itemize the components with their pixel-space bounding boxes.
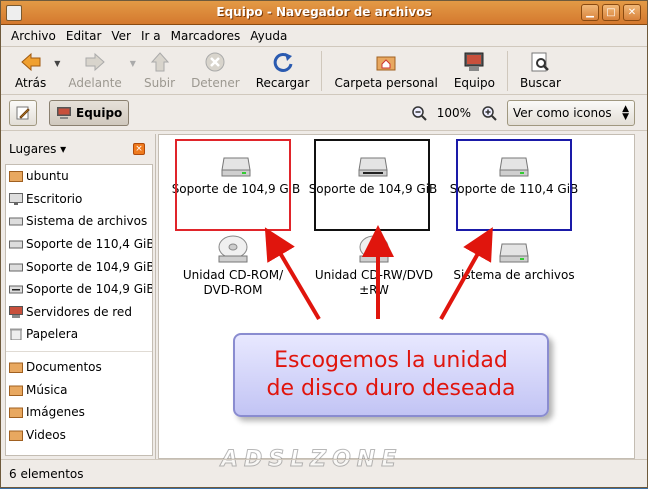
drive-item-sistema-de-archivos[interactable]: Sistema de archivos [449, 234, 579, 283]
trash-icon [10, 328, 22, 341]
close-sidebar-icon[interactable]: × [133, 143, 145, 155]
network-icon [9, 305, 23, 318]
highlight-frame-black [314, 139, 430, 231]
window-title: Equipo - Navegador de archivos [216, 5, 432, 19]
menu-archivo[interactable]: Archivo [7, 27, 60, 45]
title-bar[interactable]: Equipo - Navegador de archivos ▁ □ ✕ [1, 1, 647, 25]
sidebar: Lugares ▾ × ubuntu Escritorio Sistema de… [1, 134, 156, 459]
stop-button[interactable]: Detener [183, 51, 248, 90]
highlight-frame-red [175, 139, 291, 231]
location-button-equipo[interactable]: Equipo [49, 99, 130, 126]
location-bar: Equipo 100% Ver como iconos ▲ ▼ [1, 95, 647, 131]
sidebar-item-papelera[interactable]: Papelera [6, 323, 152, 346]
sidebar-header: Lugares ▾ × [1, 134, 155, 164]
reload-button[interactable]: Recargar [248, 51, 318, 90]
close-button[interactable]: ✕ [623, 4, 641, 21]
toggle-location-entry-button[interactable] [9, 99, 37, 126]
reload-icon [273, 52, 293, 72]
folder-icon [9, 407, 23, 419]
menu-editar[interactable]: Editar [62, 27, 106, 45]
pencil-note-icon [16, 106, 30, 119]
highlight-frame-blue [456, 139, 572, 231]
maximize-button[interactable]: □ [602, 4, 620, 21]
toolbar: Atrás ▼ Adelante ▼ Subir Detener Recarga… [1, 47, 647, 95]
optical-drive-icon [218, 235, 248, 263]
computer-button[interactable]: Equipo [446, 51, 503, 90]
sidebar-item-escritorio[interactable]: Escritorio [6, 188, 152, 211]
sidebar-item-documentos[interactable]: Documentos [6, 356, 152, 379]
sidebar-item-musica[interactable]: Música [6, 378, 152, 401]
sidebar-type-select[interactable]: Lugares ▾ [9, 142, 66, 156]
computer-icon [57, 106, 71, 119]
zoom-in-icon[interactable] [481, 105, 497, 121]
sidebar-item-videos[interactable]: Videos [6, 424, 152, 447]
menu-bar: Archivo Editar Ver Ir a Marcadores Ayuda [1, 25, 647, 47]
menu-ayuda[interactable]: Ayuda [246, 27, 291, 45]
home-folder-icon [376, 56, 396, 71]
drive-icon [9, 285, 23, 294]
minimize-button[interactable]: ▁ [581, 4, 599, 21]
drive-icon [9, 240, 23, 249]
sidebar-item-imagenes[interactable]: Imágenes [6, 401, 152, 424]
forward-button[interactable]: Adelante [60, 51, 129, 90]
search-icon [531, 52, 550, 72]
zoom-level[interactable]: 100% [437, 106, 471, 120]
view-mode-select[interactable]: Ver como iconos ▲ ▼ [507, 100, 635, 126]
annotation-callout: Escogemos la unidad de disco duro desead… [233, 333, 549, 417]
menu-ver[interactable]: Ver [107, 27, 135, 45]
search-button[interactable]: Buscar [512, 51, 569, 90]
places-list: ubuntu Escritorio Sistema de archivos So… [5, 164, 153, 456]
item-count: 6 elementos [9, 466, 84, 481]
optical-drive-icon [359, 235, 389, 263]
sidebar-item-sistema-de-archivos[interactable]: Sistema de archivos [6, 210, 152, 233]
menu-marcadores[interactable]: Marcadores [167, 27, 245, 45]
home-folder-icon [9, 171, 23, 183]
drive-item-cdrw[interactable]: Unidad CD-RW/DVD ±RW [309, 234, 439, 298]
hard-drive-icon [499, 243, 529, 263]
back-button[interactable]: Atrás [7, 51, 54, 90]
toolbar-separator [321, 51, 323, 91]
drive-item-cdrom[interactable]: Unidad CD-ROM/ DVD-ROM [168, 234, 298, 298]
sidebar-item-servidores-de-red[interactable]: Servidores de red [6, 301, 152, 324]
callout-line-2: de disco duro deseada [266, 376, 516, 401]
sidebar-item-soporte-104-b[interactable]: Soporte de 104,9 GiB [6, 278, 152, 301]
folder-icon [9, 430, 23, 441]
up-button[interactable]: Subir [136, 51, 183, 90]
menu-ir-a[interactable]: Ir a [137, 27, 165, 45]
computer-icon [464, 52, 484, 71]
drive-icon [9, 217, 23, 226]
select-arrows-icon: ▲ ▼ [622, 104, 629, 122]
file-browser-window: Equipo - Navegador de archivos ▁ □ ✕ Arc… [0, 0, 648, 488]
status-bar: 6 elementos [1, 459, 647, 487]
folder-icon [9, 385, 23, 396]
sidebar-separator [6, 348, 152, 352]
sidebar-item-soporte-104-a[interactable]: Soporte de 104,9 GiB [6, 255, 152, 278]
folder-icon [9, 362, 23, 374]
up-arrow-icon [150, 52, 169, 72]
zoom-out-icon[interactable] [411, 105, 427, 121]
vertical-scrollbar[interactable] [635, 134, 647, 459]
forward-arrow-icon [85, 52, 105, 72]
drive-icon [9, 263, 23, 272]
sidebar-item-soporte-110[interactable]: Soporte de 110,4 GiB [6, 233, 152, 256]
stop-icon [205, 52, 225, 72]
sidebar-item-ubuntu[interactable]: ubuntu [6, 165, 152, 188]
callout-line-1: Escogemos la unidad [274, 348, 508, 373]
toolbar-separator [506, 51, 508, 91]
home-folder-button[interactable]: Carpeta personal [326, 51, 445, 90]
back-arrow-icon [20, 52, 41, 72]
desktop-icon [9, 192, 23, 205]
